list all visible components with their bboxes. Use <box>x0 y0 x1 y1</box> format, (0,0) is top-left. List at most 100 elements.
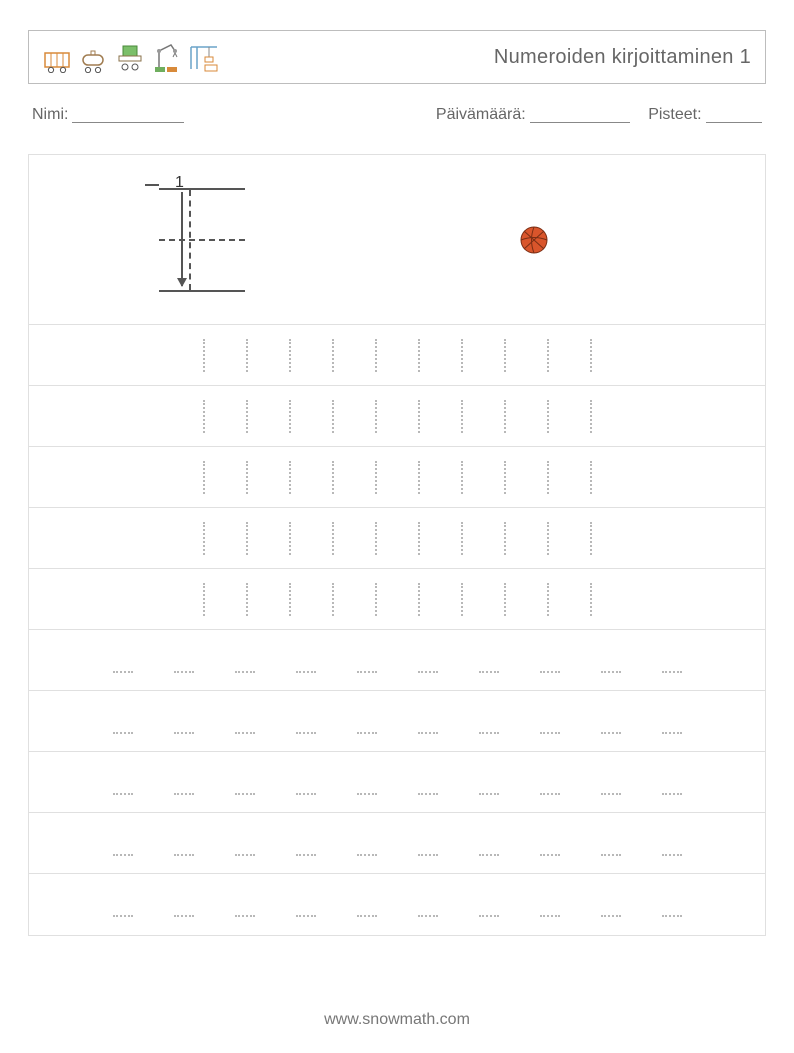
blank-write-cell[interactable] <box>540 827 560 860</box>
trace-one-cell[interactable] <box>203 461 205 494</box>
trace-one-cell[interactable] <box>375 339 377 372</box>
score-blank[interactable] <box>706 122 762 123</box>
trace-one-cell[interactable] <box>418 400 420 433</box>
blank-write-cell[interactable] <box>174 827 194 860</box>
trace-one-cell[interactable] <box>203 339 205 372</box>
blank-write-cell[interactable] <box>540 644 560 677</box>
trace-one-cell[interactable] <box>289 522 291 555</box>
trace-one-cell[interactable] <box>332 583 334 616</box>
blank-write-cell[interactable] <box>174 705 194 738</box>
blank-write-cell[interactable] <box>113 705 133 738</box>
trace-one-cell[interactable] <box>590 461 592 494</box>
blank-write-cell[interactable] <box>296 827 316 860</box>
trace-one-cell[interactable] <box>504 461 506 494</box>
trace-one-cell[interactable] <box>332 400 334 433</box>
blank-write-cell[interactable] <box>601 705 621 738</box>
trace-one-cell[interactable] <box>418 461 420 494</box>
trace-one-cell[interactable] <box>418 339 420 372</box>
trace-one-cell[interactable] <box>332 339 334 372</box>
blank-write-cell[interactable] <box>601 827 621 860</box>
blank-write-cell[interactable] <box>418 827 438 860</box>
trace-one-cell[interactable] <box>203 522 205 555</box>
trace-one-cell[interactable] <box>246 400 248 433</box>
blank-write-cell[interactable] <box>479 705 499 738</box>
blank-write-cell[interactable] <box>418 766 438 799</box>
trace-one-cell[interactable] <box>504 339 506 372</box>
blank-write-cell[interactable] <box>479 827 499 860</box>
trace-one-cell[interactable] <box>547 583 549 616</box>
trace-one-cell[interactable] <box>547 400 549 433</box>
trace-one-cell[interactable] <box>375 583 377 616</box>
blank-write-cell[interactable] <box>113 827 133 860</box>
blank-write-cell[interactable] <box>601 766 621 799</box>
trace-one-cell[interactable] <box>590 339 592 372</box>
trace-one-cell[interactable] <box>590 400 592 433</box>
trace-one-cell[interactable] <box>289 400 291 433</box>
blank-write-cell[interactable] <box>296 766 316 799</box>
trace-one-cell[interactable] <box>203 583 205 616</box>
blank-write-cell[interactable] <box>357 888 377 921</box>
trace-one-cell[interactable] <box>504 522 506 555</box>
trace-one-cell[interactable] <box>461 339 463 372</box>
trace-one-cell[interactable] <box>547 461 549 494</box>
blank-write-cell[interactable] <box>296 644 316 677</box>
blank-write-cell[interactable] <box>540 888 560 921</box>
blank-write-cell[interactable] <box>113 888 133 921</box>
trace-one-cell[interactable] <box>332 522 334 555</box>
blank-write-cell[interactable] <box>601 644 621 677</box>
blank-write-cell[interactable] <box>357 827 377 860</box>
blank-write-cell[interactable] <box>662 766 682 799</box>
blank-write-cell[interactable] <box>357 644 377 677</box>
trace-one-cell[interactable] <box>375 400 377 433</box>
trace-one-cell[interactable] <box>246 461 248 494</box>
blank-write-cell[interactable] <box>662 827 682 860</box>
trace-one-cell[interactable] <box>461 461 463 494</box>
trace-one-cell[interactable] <box>332 461 334 494</box>
blank-write-cell[interactable] <box>418 888 438 921</box>
blank-write-cell[interactable] <box>662 888 682 921</box>
blank-write-cell[interactable] <box>113 766 133 799</box>
trace-one-cell[interactable] <box>246 522 248 555</box>
trace-one-cell[interactable] <box>418 583 420 616</box>
trace-one-cell[interactable] <box>504 400 506 433</box>
trace-one-cell[interactable] <box>375 461 377 494</box>
blank-write-cell[interactable] <box>418 705 438 738</box>
blank-write-cell[interactable] <box>296 705 316 738</box>
blank-write-cell[interactable] <box>479 888 499 921</box>
blank-write-cell[interactable] <box>540 705 560 738</box>
blank-write-cell[interactable] <box>357 705 377 738</box>
trace-one-cell[interactable] <box>461 522 463 555</box>
name-blank[interactable] <box>72 122 184 123</box>
trace-one-cell[interactable] <box>418 522 420 555</box>
blank-write-cell[interactable] <box>174 766 194 799</box>
blank-write-cell[interactable] <box>174 644 194 677</box>
trace-one-cell[interactable] <box>289 583 291 616</box>
trace-one-cell[interactable] <box>203 400 205 433</box>
trace-one-cell[interactable] <box>246 583 248 616</box>
blank-write-cell[interactable] <box>479 766 499 799</box>
trace-one-cell[interactable] <box>547 339 549 372</box>
trace-one-cell[interactable] <box>461 400 463 433</box>
trace-one-cell[interactable] <box>246 339 248 372</box>
trace-one-cell[interactable] <box>289 461 291 494</box>
blank-write-cell[interactable] <box>479 644 499 677</box>
blank-write-cell[interactable] <box>235 827 255 860</box>
blank-write-cell[interactable] <box>540 766 560 799</box>
trace-one-cell[interactable] <box>590 522 592 555</box>
blank-write-cell[interactable] <box>418 644 438 677</box>
blank-write-cell[interactable] <box>662 705 682 738</box>
trace-one-cell[interactable] <box>547 522 549 555</box>
date-blank[interactable] <box>530 122 630 123</box>
blank-write-cell[interactable] <box>174 888 194 921</box>
trace-one-cell[interactable] <box>375 522 377 555</box>
blank-write-cell[interactable] <box>235 705 255 738</box>
blank-write-cell[interactable] <box>296 888 316 921</box>
blank-write-cell[interactable] <box>235 766 255 799</box>
trace-one-cell[interactable] <box>504 583 506 616</box>
blank-write-cell[interactable] <box>113 644 133 677</box>
blank-write-cell[interactable] <box>357 766 377 799</box>
trace-one-cell[interactable] <box>461 583 463 616</box>
trace-one-cell[interactable] <box>590 583 592 616</box>
blank-write-cell[interactable] <box>235 644 255 677</box>
blank-write-cell[interactable] <box>235 888 255 921</box>
